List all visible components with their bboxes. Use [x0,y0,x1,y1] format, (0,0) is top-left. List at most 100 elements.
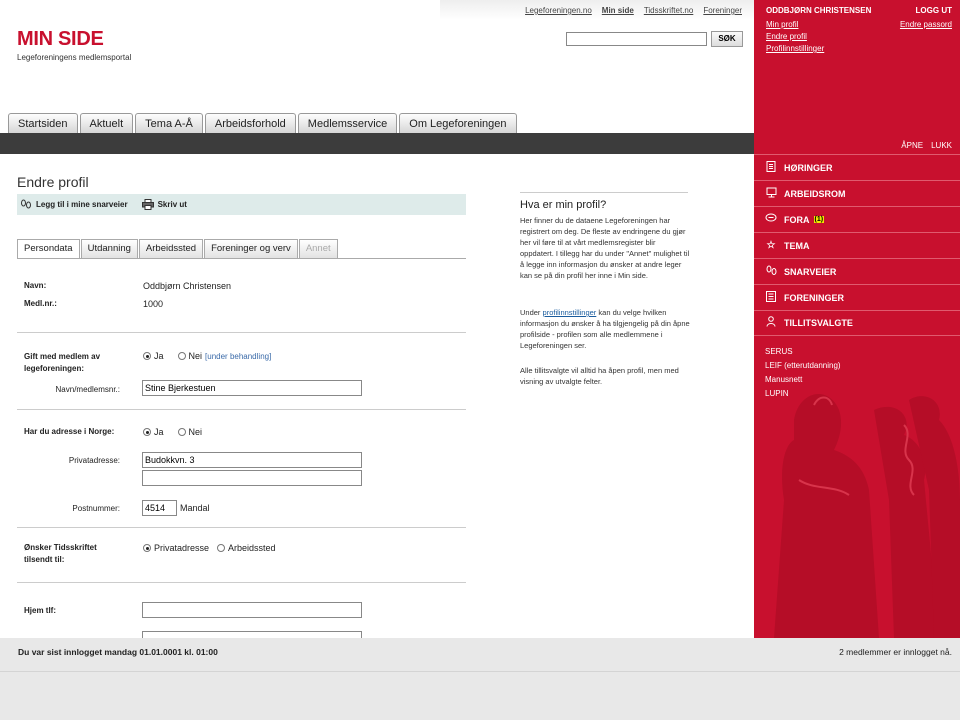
journal-work-label: Arbeidssted [228,543,276,553]
form-tab-annet[interactable]: Annet [298,239,338,258]
logo-subtitle: Legeforeningens medlemsportal [17,53,132,62]
change-password-link[interactable]: Endre passord [900,20,952,29]
postal-code-input[interactable] [142,500,177,516]
form-tabs: Persondata Utdanning Arbeidssted Forenin… [17,239,338,259]
postal-city: Mandal [180,503,210,513]
tab-medlemsservice[interactable]: Medlemsservice [297,113,398,133]
member-number-value: 1000 [143,299,164,309]
tab-aktuelt[interactable]: Aktuelt [79,113,134,133]
menu-label: FORENINGER [784,292,845,303]
private-address-label: Privatadresse: [68,456,120,465]
norway-radio-group: Ja Nei [143,427,202,437]
home-phone-input[interactable] [142,602,362,618]
form-separator [17,527,466,528]
tab-om-legeforeningen[interactable]: Om Legeforeningen [399,113,517,133]
norway-no-radio[interactable] [177,428,186,436]
journal-radio-group: Privatadresse Arbeidssted [143,543,276,553]
footer-divider [0,671,960,672]
norway-yes-label: Ja [154,427,164,437]
form-tabs-divider [17,258,466,259]
open-all-button[interactable]: ÅPNE [901,141,923,150]
menu-horinger[interactable]: HØRINGER [754,154,960,180]
menu-snarveier[interactable]: SNARVEIER [754,258,960,284]
address-line2-input[interactable] [142,470,362,486]
menu-tillitsvalgte[interactable]: TILLITSVALGTE [754,310,960,336]
list-icon [765,290,777,305]
norway-no-label: Nei [188,427,203,437]
mobile-phone-input[interactable] [142,631,362,638]
journal-label-line1: Ønsker Tidsskriftet [24,543,97,552]
info-paragraph-3: Alle tillitsvalgte vil alltid ha åpen pr… [520,366,679,386]
form-separator [17,409,466,410]
print-label: Skriv ut [157,200,187,209]
expand-collapse: ÅPNE LUKK [901,141,952,150]
menu-label: ARBEIDSROM [784,188,846,199]
serus-link[interactable]: SERUS [765,347,793,356]
top-link-legeforeningen[interactable]: Legeforeningen.no [525,6,592,15]
tab-tema[interactable]: Tema A-Å [135,113,203,133]
page-toolbar: Legg til i mine snarveier Skriv ut [17,194,466,215]
top-link-foreninger[interactable]: Foreninger [703,6,742,15]
journal-private-radio[interactable] [143,544,151,552]
info-p2-prefix: Under [520,308,541,317]
married-label-line2: legeforeningen: [24,364,85,373]
spouse-label: Navn/medlemsnr.: [55,385,120,394]
menu-label: TEMA [784,240,810,251]
add-shortcut-button[interactable]: Legg til i mine snarveier [20,199,128,210]
printer-icon [141,199,154,210]
document-icon [765,160,777,175]
leif-link[interactable]: LEIF (etterutdanning) [765,361,841,370]
form-tab-foreninger-og-verv[interactable]: Foreninger og verv [204,239,298,258]
menu-fora[interactable]: FORA (1) [754,206,960,232]
close-all-button[interactable]: LUKK [931,141,952,150]
logout-button[interactable]: LOGG UT [916,6,952,15]
info-paragraph-1: Her finner du de dataene Legeforeningen … [520,216,690,280]
user-sidebar: ODDBJØRN CHRISTENSEN LOGG UT Min profil … [754,0,960,638]
name-label: Navn: [24,281,47,290]
top-link-min-side[interactable]: Min side [602,6,634,15]
search-button[interactable]: SØK [711,31,743,47]
home-phone-label: Hjem tlf: [24,606,56,615]
print-button[interactable]: Skriv ut [141,199,187,210]
married-no-radio[interactable] [177,352,186,360]
journal-label-line2: tilsendt til: [24,555,65,564]
edit-profile-link[interactable]: Endre profil [766,32,807,41]
monitor-icon [765,187,777,201]
tab-arbeidsforhold[interactable]: Arbeidsforhold [204,113,296,133]
add-shortcut-label: Legg til i mine snarveier [36,200,128,209]
form-tab-utdanning[interactable]: Utdanning [80,239,138,258]
profile-settings-link[interactable]: profilinnstillinger [543,308,597,317]
postal-code-label: Postnummer: [72,504,120,513]
menu-arbeidsrom[interactable]: ARBEIDSROM [754,180,960,206]
journal-work-radio[interactable] [217,544,226,552]
menu-label: FORA [784,214,810,225]
asklepios-statue-image [774,393,960,638]
journal-private-label: Privatadresse [154,543,210,553]
norway-address-label: Har du adresse i Norge: [24,427,115,436]
page-title: Endre profil [17,174,89,190]
online-members-text: 2 medlemmer er innlogget nå. [839,647,952,657]
star-icon: ☆ [766,240,776,251]
married-yes-label: Ja [154,351,164,361]
member-number-label: Medl.nr.: [24,299,57,308]
norway-yes-radio[interactable] [143,428,151,436]
search-input[interactable] [566,32,707,46]
logo-title[interactable]: MIN SIDE [17,28,104,51]
form-tab-arbeidssted[interactable]: Arbeidssted [138,239,204,258]
form-separator [17,582,466,583]
form-separator [17,332,466,333]
info-divider [520,192,688,193]
main-content: Legeforeningen.no Min side Tidsskriftet.… [0,0,754,638]
menu-foreninger[interactable]: FORENINGER [754,284,960,310]
profile-settings-link[interactable]: Profilinnstillinger [766,44,824,53]
my-profile-link[interactable]: Min profil [766,20,798,29]
tab-startsiden[interactable]: Startsiden [8,113,78,133]
address-line1-input[interactable] [142,452,362,468]
nav-dark-bar [0,133,754,154]
top-link-tidsskriftet[interactable]: Tidsskriftet.no [644,6,694,15]
form-tab-persondata[interactable]: Persondata [17,239,80,259]
info-title: Hva er min profil? [520,199,607,211]
spouse-input[interactable] [142,380,362,396]
menu-tema[interactable]: ☆ TEMA [754,232,960,258]
married-yes-radio[interactable] [143,352,151,360]
